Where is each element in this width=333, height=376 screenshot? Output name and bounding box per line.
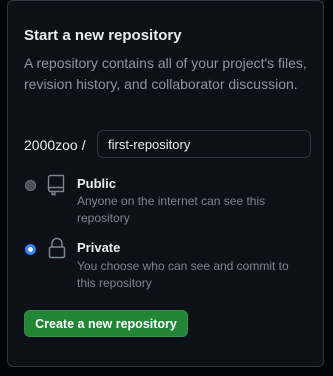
public-radio[interactable] [25, 180, 36, 191]
owner-row: 2000zoo / [24, 131, 86, 159]
owner-separator: / [81, 137, 86, 153]
create-repository-button[interactable]: Create a new repository [24, 310, 188, 337]
private-radio[interactable] [25, 244, 36, 255]
panel-description: A repository contains all of your projec… [24, 55, 307, 92]
public-description: Anyone on the internet can see this repo… [77, 194, 266, 225]
private-description: You choose who can see and commit to thi… [77, 259, 289, 290]
new-repository-panel: Start a new repository A repository cont… [7, 0, 324, 367]
repo-icon [47, 174, 65, 201]
panel-title: Start a new repository [24, 27, 182, 44]
public-label: Public [77, 176, 117, 191]
repository-name-input[interactable] [97, 130, 311, 158]
owner-name: 2000zoo [24, 137, 78, 153]
lock-icon [48, 237, 66, 264]
private-label: Private [77, 240, 121, 255]
